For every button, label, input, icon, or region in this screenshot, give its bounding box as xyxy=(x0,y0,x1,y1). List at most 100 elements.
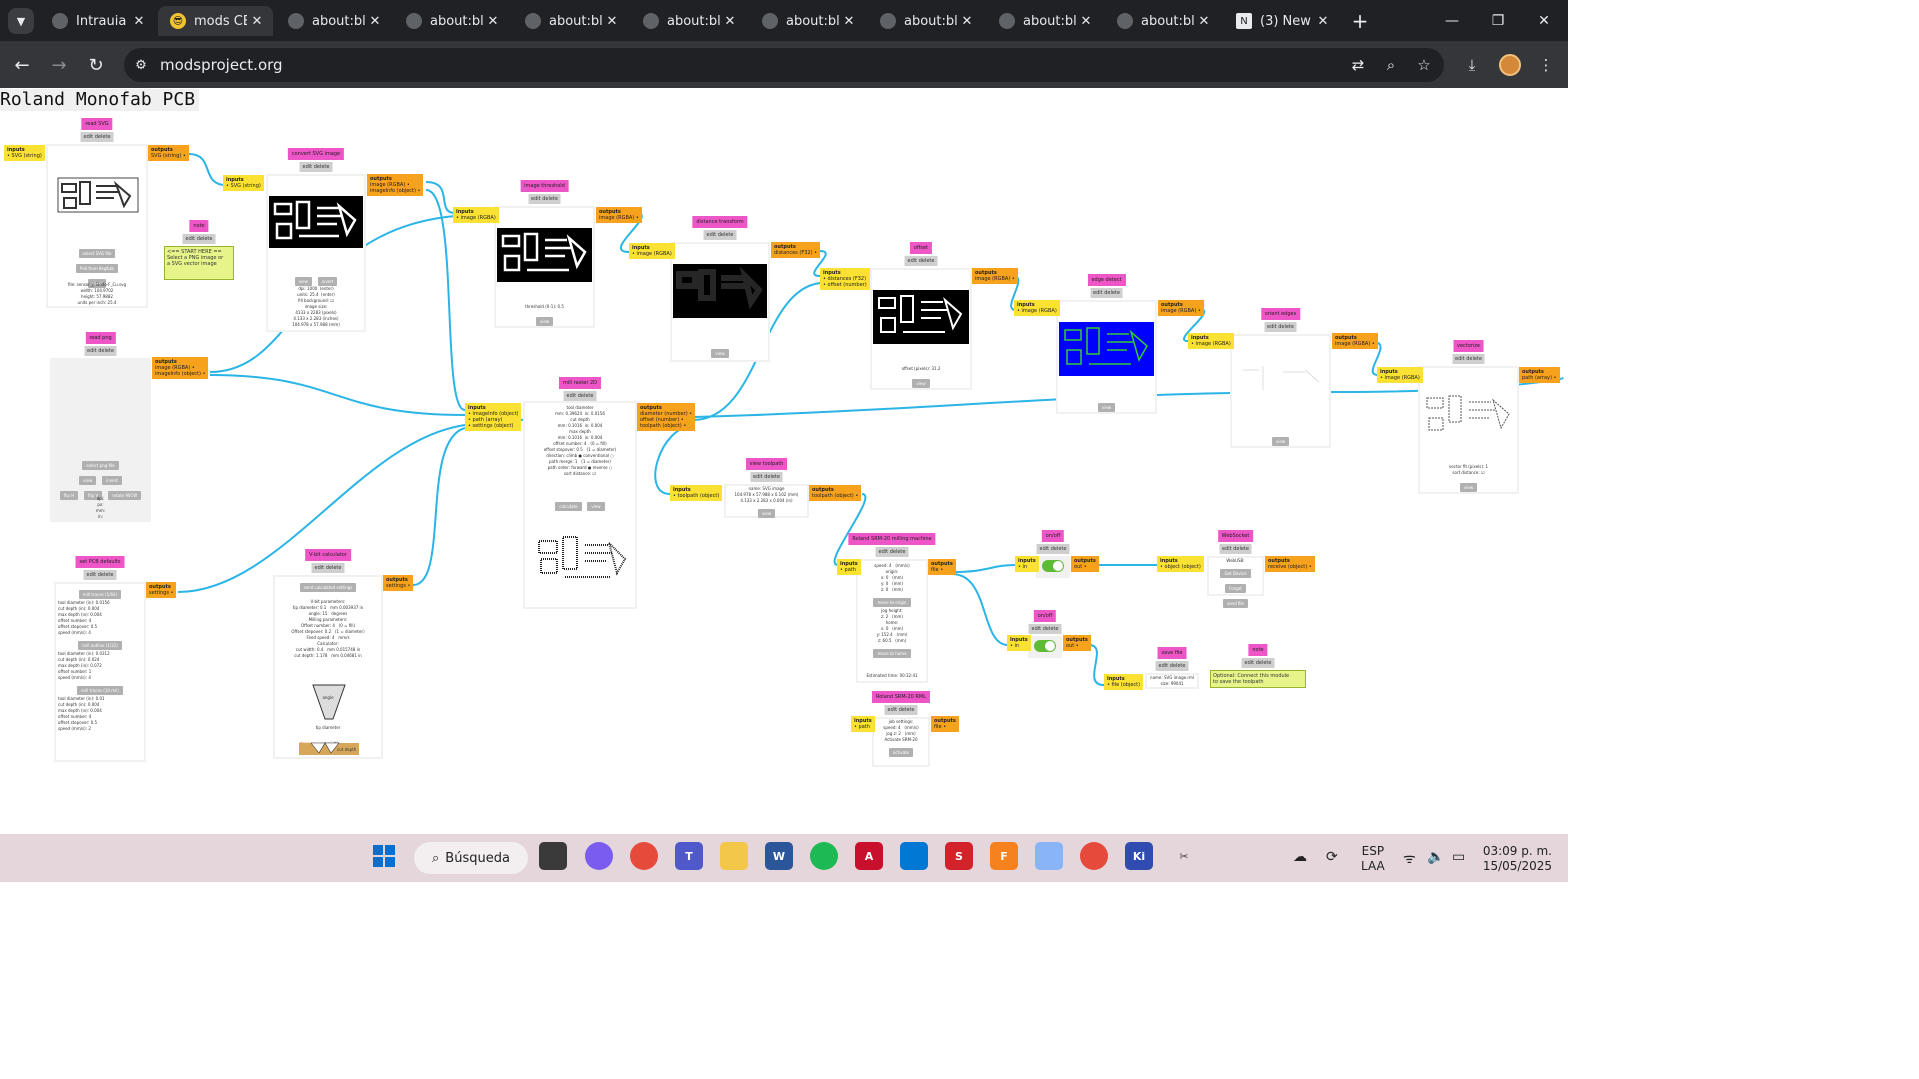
battery-icon[interactable]: ▭ xyxy=(1452,849,1465,865)
edit-delete-buttons[interactable]: edit delete xyxy=(563,391,597,401)
mill-parameters[interactable]: tool diameter mm: 0.39624 in: 0.0156 cut… xyxy=(525,405,635,477)
job-settings-fields[interactable]: job settings: speed: 4 (mm/s) jog z: 2 (… xyxy=(874,719,928,743)
module-title[interactable]: edge detect xyxy=(1087,274,1126,286)
mill-traces-1-64-button[interactable]: mill traces (1/64) xyxy=(78,590,122,599)
windows-start-button[interactable] xyxy=(370,842,398,870)
jog-home-fields[interactable]: jog height: z: 2 (mm) home: x: 0 (mm) y:… xyxy=(858,608,926,644)
edit-delete-buttons[interactable]: edit delete xyxy=(528,194,561,204)
move-to-home-button[interactable]: move to home xyxy=(873,649,911,658)
output-port[interactable]: outputs diameter (number) • offset (numbe… xyxy=(637,403,696,431)
output-port[interactable]: outputs image (RGBA) • xyxy=(1158,300,1204,316)
output-port[interactable]: outputs settings • xyxy=(146,582,177,598)
module-title[interactable]: read SVG xyxy=(81,118,113,130)
taskbar-search[interactable]: ⌕ Búsqueda xyxy=(414,842,528,874)
input-port[interactable]: inputs • file (object) xyxy=(1104,674,1144,690)
edit-delete-buttons[interactable]: edit delete xyxy=(904,256,938,266)
calculate-button[interactable]: calculate xyxy=(555,502,582,511)
input-port[interactable]: inputs • in xyxy=(1015,556,1039,572)
traces-10-mil-settings[interactable]: tool diameter (in): 0.01 cut depth (in):… xyxy=(56,696,144,732)
threshold-field[interactable]: threshold (0-1): 0.5 xyxy=(496,304,593,310)
mill-traces-10-mil-button[interactable]: mill traces (10 mil) xyxy=(77,686,123,695)
output-port[interactable]: outputs image (RGBA) • xyxy=(1332,333,1378,349)
module-title[interactable]: on/off xyxy=(1041,530,1065,542)
edit-delete-buttons[interactable]: edit delete xyxy=(1264,322,1297,332)
wifi-icon[interactable]: ᯤ xyxy=(1403,849,1416,868)
input-port[interactable]: inputs • image (RGBA) xyxy=(1014,300,1060,316)
edit-delete-buttons[interactable]: edit delete xyxy=(299,162,333,172)
onedrive-icon[interactable]: ☁ xyxy=(1293,849,1307,865)
input-port[interactable]: inputs • SVG (string) xyxy=(4,145,45,161)
vscode-icon[interactable] xyxy=(900,842,928,870)
module-title[interactable]: mill raster 2D xyxy=(558,377,602,389)
output-port[interactable]: outputs image (RGBA) • xyxy=(596,207,642,223)
view-button[interactable]: view xyxy=(587,502,605,511)
forget-button[interactable]: Forget xyxy=(1225,584,1246,593)
input-port[interactable]: inputs • in xyxy=(1007,635,1031,651)
select-svg-file-button[interactable]: select SVG file xyxy=(78,249,116,258)
get-device-button[interactable]: Get Device xyxy=(1220,569,1251,578)
output-port[interactable]: outputs image (RGBA) • xyxy=(972,268,1018,284)
sync-icon[interactable]: ⟳ xyxy=(1326,849,1338,865)
note-text[interactable]: Optional: Connect this module to save th… xyxy=(1210,670,1306,688)
edit-delete-buttons[interactable]: edit delete xyxy=(83,570,117,580)
module-title[interactable]: vectorize xyxy=(1453,340,1484,352)
send-calculated-settings-button[interactable]: send calculated settings xyxy=(299,583,357,592)
view-button[interactable]: view xyxy=(1097,403,1116,412)
module-title[interactable]: WebSocket xyxy=(1217,530,1254,542)
input-port[interactable]: inputs • distances (F32) • offset (number… xyxy=(820,268,870,290)
module-title[interactable]: orient edges xyxy=(1260,308,1301,320)
mill-outline-1-32-button[interactable]: mill outline (1/32) xyxy=(78,641,122,650)
chrome-profile-icon[interactable] xyxy=(1080,842,1108,870)
output-port[interactable]: outputs out • xyxy=(1063,635,1091,651)
view-button[interactable]: view xyxy=(1459,483,1478,492)
kicad-icon[interactable]: Ki xyxy=(1125,842,1153,870)
module-title[interactable]: on/off xyxy=(1033,610,1057,622)
on-off-toggle[interactable] xyxy=(1042,560,1064,572)
output-port[interactable]: outputs receive (object) • xyxy=(1265,556,1315,572)
module-title[interactable]: set PCB defaults xyxy=(75,556,125,568)
output-port[interactable]: outputs file • xyxy=(931,716,959,732)
pull-from-kegkab-button[interactable]: Pull from KegKab xyxy=(76,264,118,273)
output-port[interactable]: outputs image (RGBA) • imageInfo (object)… xyxy=(367,174,424,196)
module-title[interactable]: save file xyxy=(1157,647,1187,659)
chrome-icon[interactable] xyxy=(630,842,658,870)
module-title[interactable]: image threshold xyxy=(520,180,569,192)
input-port[interactable]: inputs • image (RGBA) xyxy=(1188,333,1234,349)
vbit-parameters[interactable]: V-bit parameters: tip diameter: 0.1 mm 0… xyxy=(275,599,381,659)
edit-delete-buttons[interactable]: edit delete xyxy=(703,230,737,240)
edit-delete-buttons[interactable]: edit delete xyxy=(1028,624,1062,634)
view-button[interactable]: view xyxy=(757,509,776,518)
snipping-tool-icon[interactable]: ✂ xyxy=(1170,842,1198,870)
output-port[interactable]: outputs file • xyxy=(928,559,956,575)
volume-icon[interactable]: 🔈 xyxy=(1427,849,1444,865)
autocad-icon[interactable]: A xyxy=(855,842,883,870)
file-explorer-icon[interactable] xyxy=(720,842,748,870)
output-port[interactable]: outputs settings • xyxy=(383,575,414,591)
edit-delete-buttons[interactable]: edit delete xyxy=(1155,661,1189,671)
module-title[interactable]: Roland SRM-20 RML xyxy=(872,691,930,703)
edit-delete-buttons[interactable]: edit delete xyxy=(1036,544,1070,554)
word-icon[interactable]: W xyxy=(765,842,793,870)
view-button[interactable]: view xyxy=(1271,437,1290,446)
view-button[interactable]: view xyxy=(912,379,930,388)
module-title[interactable]: note xyxy=(189,220,209,232)
input-port[interactable]: inputs • path xyxy=(837,559,861,575)
traces-1-64-settings[interactable]: tool diameter (in): 0.0156 cut depth (in… xyxy=(56,600,144,636)
gemini-icon[interactable] xyxy=(1035,842,1063,870)
output-port[interactable]: outputs out • xyxy=(1071,556,1099,572)
solidworks-icon[interactable]: S xyxy=(945,842,973,870)
module-title[interactable]: read png xyxy=(85,332,116,344)
output-port[interactable]: outputs distances (F32) • xyxy=(771,242,821,258)
select-png-file-button[interactable]: select png file xyxy=(82,461,119,470)
input-language[interactable]: ESP LAA xyxy=(1361,844,1385,874)
copilot-icon[interactable] xyxy=(585,842,613,870)
input-port[interactable]: inputs • toolpath (object) xyxy=(670,485,723,501)
edit-delete-buttons[interactable]: edit delete xyxy=(1090,288,1123,298)
edit-delete-buttons[interactable]: edit delete xyxy=(875,547,909,557)
input-port[interactable]: inputs • image (RGBA) xyxy=(453,207,499,223)
module-title[interactable]: offset xyxy=(909,242,933,254)
output-port[interactable]: outputs path (array) • xyxy=(1519,367,1560,383)
input-port[interactable]: inputs • imageInfo (object) • path (array… xyxy=(465,403,522,431)
input-port[interactable]: inputs • path xyxy=(851,716,875,732)
edit-delete-buttons[interactable]: edit delete xyxy=(1219,544,1252,554)
